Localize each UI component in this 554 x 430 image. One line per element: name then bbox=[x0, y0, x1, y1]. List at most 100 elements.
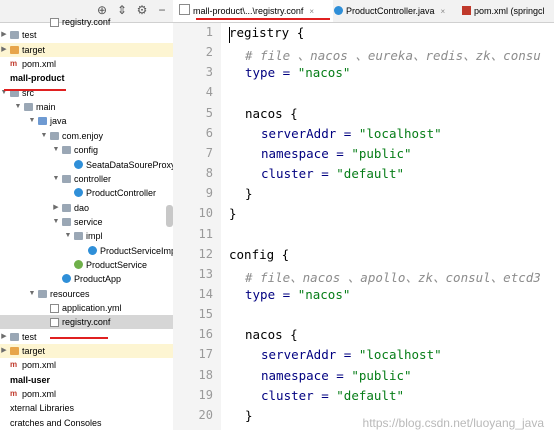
tree-row-label: test bbox=[22, 331, 37, 342]
code-token: } bbox=[229, 206, 237, 222]
collapse-arrow-icon[interactable]: ▶ bbox=[0, 330, 8, 344]
collapse-arrow-icon[interactable]: ▶ bbox=[0, 43, 8, 57]
code-token: namespace = bbox=[261, 367, 352, 383]
line-number: 6 bbox=[205, 125, 213, 140]
tree-row-dao[interactable]: ▶ dao bbox=[0, 201, 173, 215]
line-number: 8 bbox=[205, 166, 213, 181]
expand-arrow-icon[interactable]: ▼ bbox=[52, 172, 60, 186]
class-icon bbox=[334, 6, 343, 15]
code-comment: # file 、nacos 、eureka、redis、zk、consu bbox=[245, 48, 541, 64]
expand-arrow-icon[interactable]: ▼ bbox=[14, 100, 22, 114]
annotation-underline-mall-product bbox=[4, 89, 66, 91]
code-line: } bbox=[245, 408, 253, 423]
line-number: 10 bbox=[198, 206, 213, 221]
tree-row-pom-xml[interactable]: m pom.xml bbox=[0, 358, 173, 372]
tab-label: ProductController.java bbox=[346, 6, 435, 16]
code-editor[interactable]: https://blog.csdn.net/luoyang_java regis… bbox=[221, 23, 554, 430]
package-icon bbox=[50, 131, 59, 140]
code-string: "localhost" bbox=[358, 347, 442, 363]
tree-row-config[interactable]: ▼ config bbox=[0, 143, 173, 157]
line-number: 4 bbox=[205, 85, 213, 100]
tree-row-application-yml[interactable]: application.yml bbox=[0, 301, 173, 315]
tree-row-java[interactable]: ▼ java bbox=[0, 114, 173, 128]
project-scrollbar[interactable] bbox=[166, 205, 173, 227]
tree-row-service[interactable]: ▼ service bbox=[0, 215, 173, 229]
tree-row-registry-conf[interactable]: registry.conf bbox=[0, 15, 173, 29]
tree-row-src[interactable]: ▼ src bbox=[0, 86, 173, 100]
tree-row-label: pom.xml bbox=[22, 59, 57, 70]
expand-arrow-icon[interactable]: ▼ bbox=[28, 114, 36, 128]
expand-arrow-icon[interactable]: ▼ bbox=[40, 129, 48, 143]
tree-row-xternal-libraries[interactable]: xternal Libraries bbox=[0, 401, 173, 415]
class-icon bbox=[62, 274, 71, 284]
tree-row-productservice[interactable]: ProductService bbox=[0, 258, 173, 272]
interface-icon bbox=[74, 259, 83, 269]
code-token: serverAddr = bbox=[261, 347, 359, 363]
code-token: nacos { bbox=[245, 105, 298, 121]
tree-row-productapp[interactable]: ProductApp bbox=[0, 272, 173, 286]
tree-row-productserviceimp[interactable]: ProductServiceImp bbox=[0, 244, 173, 258]
line-number: 9 bbox=[205, 186, 213, 201]
expand-arrow-icon[interactable]: ▼ bbox=[52, 215, 60, 229]
tree-row-target[interactable]: ▶ target bbox=[0, 42, 173, 57]
tree-row-label: impl bbox=[86, 231, 103, 242]
code-string: "public" bbox=[351, 367, 412, 383]
tree-row-com-enjoy[interactable]: ▼ com.enjoy bbox=[0, 129, 173, 143]
code-line: registry { bbox=[229, 25, 304, 40]
tree-row-mall-user[interactable]: mall-user bbox=[0, 373, 173, 387]
tree-row-label: com.enjoy bbox=[62, 130, 104, 141]
code-token: type = bbox=[245, 65, 298, 81]
tree-row-target[interactable]: ▶ target bbox=[0, 344, 173, 359]
tree-row-controller[interactable]: ▼ controller bbox=[0, 172, 173, 186]
tree-row-label: ProductServiceImp bbox=[100, 245, 173, 256]
tree-row-registry-conf[interactable]: registry.conf bbox=[0, 315, 173, 330]
package-icon bbox=[62, 217, 71, 226]
package-icon bbox=[62, 174, 71, 183]
code-line: type = "nacos" bbox=[245, 287, 350, 302]
tree-row-mall-product[interactable]: mall-product bbox=[0, 71, 173, 85]
code-string: "default" bbox=[336, 166, 404, 182]
tree-row-label: application.yml bbox=[62, 303, 122, 313]
tree-row-pom-xml[interactable]: m pom.xml bbox=[0, 387, 173, 401]
folder-icon bbox=[10, 332, 19, 341]
code-token: type = bbox=[245, 286, 298, 302]
code-token: cluster = bbox=[261, 166, 337, 182]
blue-folder-icon bbox=[38, 117, 47, 126]
expand-arrow-icon[interactable]: ▼ bbox=[28, 287, 36, 301]
close-tab-icon[interactable]: × bbox=[441, 7, 446, 16]
code-string: "default" bbox=[336, 387, 404, 403]
tree-row-main[interactable]: ▼ main bbox=[0, 100, 173, 114]
collapse-arrow-icon[interactable]: ▶ bbox=[0, 344, 8, 358]
tab-productcontroller-java[interactable]: ProductController.java × bbox=[328, 0, 461, 22]
expand-arrow-icon[interactable]: ▼ bbox=[0, 86, 8, 100]
tree-row-impl[interactable]: ▼ impl bbox=[0, 229, 173, 243]
tree-row-label: SeataDataSoureProxy bbox=[86, 159, 173, 170]
tree-row-label: src bbox=[22, 87, 34, 98]
collapse-arrow-icon[interactable]: ▶ bbox=[52, 201, 60, 215]
tree-row-label: dao bbox=[74, 202, 90, 213]
tree-row-resources[interactable]: ▼ resources bbox=[0, 287, 173, 301]
maven-file-icon: m bbox=[10, 360, 18, 370]
expand-arrow-icon[interactable]: ▼ bbox=[64, 229, 72, 243]
code-string: "nacos" bbox=[297, 65, 351, 81]
line-number: 3 bbox=[205, 65, 213, 80]
tree-row-label: target bbox=[22, 44, 46, 55]
tree-row-test[interactable]: ▶ test bbox=[0, 28, 173, 42]
collapse-arrow-icon[interactable]: ▶ bbox=[0, 28, 8, 42]
tree-row-productcontroller[interactable]: ProductController bbox=[0, 186, 173, 200]
code-line: nacos { bbox=[245, 106, 298, 121]
tree-row-label: resources bbox=[50, 288, 90, 299]
yaml-file-icon bbox=[50, 304, 59, 313]
line-number: 7 bbox=[205, 145, 213, 160]
tree-row-label: ProductService bbox=[86, 259, 148, 270]
line-number: 13 bbox=[198, 266, 213, 281]
code-line: # file 、nacos 、eureka、redis、zk、consu bbox=[245, 45, 541, 64]
line-number: 17 bbox=[198, 347, 213, 362]
tree-row-seatadatasoureproxy[interactable]: SeataDataSoureProxy bbox=[0, 158, 173, 172]
tree-row-cratches-and-consoles[interactable]: cratches and Consoles bbox=[0, 416, 173, 430]
code-line: serverAddr = "localhost" bbox=[261, 126, 442, 141]
expand-arrow-icon[interactable]: ▼ bbox=[52, 143, 60, 157]
tree-row-pom-xml[interactable]: m pom.xml bbox=[0, 57, 173, 71]
close-tab-icon[interactable]: × bbox=[309, 7, 314, 16]
tab-pom-xml-springcl[interactable]: pom.xml (springcl bbox=[456, 0, 554, 22]
